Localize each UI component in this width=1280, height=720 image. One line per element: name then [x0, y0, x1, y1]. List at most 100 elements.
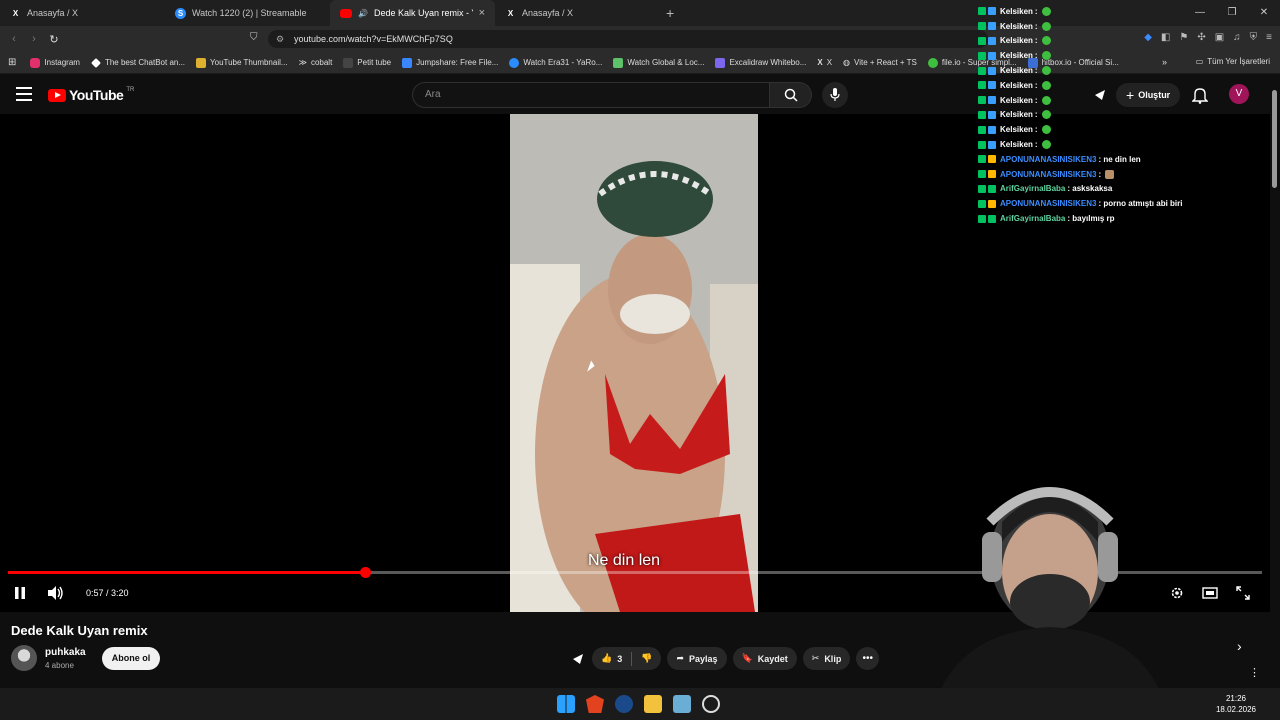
- global-watch-icon: [613, 57, 624, 68]
- system-monitor-icon[interactable]: [673, 695, 691, 713]
- chat-message: Kelsiken:: [978, 34, 1208, 49]
- chat-badge-icon: [988, 66, 996, 75]
- close-window-icon[interactable]: ✕: [1248, 0, 1280, 26]
- chat-text: :: [1034, 95, 1038, 105]
- microphone-icon: [830, 88, 840, 101]
- player-controls-left: 0:57 / 3:20: [14, 586, 129, 600]
- chat-text: :: [1034, 80, 1038, 90]
- search-input[interactable]: Ara: [412, 82, 770, 108]
- bookmark-item[interactable]: ◍ Vite + React + TS: [843, 58, 917, 67]
- subscriber-count: 4 abone: [45, 661, 74, 670]
- pepe-emote-icon: [1041, 80, 1051, 90]
- bookmark-item[interactable]: Instagram: [30, 57, 80, 68]
- close-tab-icon[interactable]: ×: [479, 7, 485, 19]
- bookmark-item[interactable]: Jumpshare: Free File...: [402, 57, 498, 68]
- windows-start-icon[interactable]: [557, 695, 575, 713]
- volume-icon[interactable]: [48, 586, 64, 600]
- steam-icon[interactable]: [615, 695, 633, 713]
- menu-icon[interactable]: [16, 87, 32, 101]
- account-avatar[interactable]: V: [1229, 84, 1249, 104]
- url-field[interactable]: ⚙ youtube.com/watch?v=EkMWChFp7SQ: [268, 30, 988, 48]
- cat-emote-icon: [1105, 169, 1115, 179]
- share-button[interactable]: ➦ Paylaş: [667, 647, 727, 670]
- taskbar-clock[interactable]: 21:26 18.02.2026: [1216, 693, 1256, 715]
- tab-streamable[interactable]: S Watch 1220 (2) | Streamable: [165, 0, 330, 26]
- tab-youtube-active[interactable]: 🔊 Dede Kalk Uyan remix - YouTube ×: [330, 0, 495, 26]
- pepe-emote-icon: [1041, 125, 1051, 135]
- progress-scrubber[interactable]: [360, 567, 372, 578]
- pause-icon[interactable]: [14, 587, 26, 599]
- chat-message: ArifGayirnalBaba: askskaksa: [978, 182, 1208, 197]
- chat-message: APONUNANASINISIKEN3: ne din len: [978, 152, 1208, 167]
- youtube-logo[interactable]: YouTube TR: [48, 87, 134, 103]
- page-scrollbar[interactable]: [1272, 90, 1277, 188]
- chat-badge-icon: [988, 36, 996, 45]
- more-actions-button[interactable]: •••: [856, 647, 880, 670]
- apps-grid-icon[interactable]: ⊞: [8, 57, 16, 68]
- bookmark-item[interactable]: ≫ cobalt: [299, 58, 333, 67]
- back-icon[interactable]: ‹: [4, 33, 24, 45]
- chat-text: :: [1034, 140, 1038, 150]
- sidebar-icon[interactable]: ▣: [1215, 32, 1224, 43]
- channel-avatar[interactable]: [11, 645, 37, 671]
- subscribe-button[interactable]: Abone ol: [102, 647, 160, 670]
- new-tab-button[interactable]: +: [666, 5, 674, 21]
- cobalt-icon: ≫: [298, 58, 307, 67]
- bookmark-item[interactable]: XX: [817, 58, 832, 67]
- bookmark-item[interactable]: The best ChatBot an...: [91, 57, 185, 68]
- bookmark-item[interactable]: Excalidraw Whitebo...: [715, 57, 806, 68]
- bookmark-item[interactable]: Petit tube: [343, 57, 391, 68]
- bookmark-item[interactable]: Watch Global & Loc...: [613, 57, 704, 68]
- like-button[interactable]: 👍 3: [592, 653, 631, 664]
- chat-username: Kelsiken: [1000, 66, 1033, 76]
- chevron-right-icon[interactable]: ›: [1237, 638, 1242, 654]
- clip-button[interactable]: ✂ Klip: [802, 647, 851, 670]
- chat-text: :: [1034, 6, 1038, 16]
- shield-icon[interactable]: ⛨: [1250, 32, 1258, 43]
- ai-sparkle-icon[interactable]: [570, 651, 586, 667]
- chat-message: Kelsiken:: [978, 93, 1208, 108]
- bookmark-page-icon[interactable]: ⛉: [250, 32, 258, 43]
- forward-icon[interactable]: ›: [24, 33, 44, 45]
- chat-username: Kelsiken: [1000, 21, 1033, 31]
- dislike-button[interactable]: 👎: [632, 653, 661, 664]
- maximize-icon[interactable]: ❐: [1216, 0, 1248, 26]
- chat-message: APONUNANASINISIKEN3: porno atmıştı abi b…: [978, 196, 1208, 211]
- chat-message: Kelsiken:: [978, 108, 1208, 123]
- save-button[interactable]: 🔖 Kaydet: [732, 647, 797, 670]
- bookmark-item[interactable]: Watch Era31 - YaRo...: [509, 57, 602, 68]
- bookmark-item[interactable]: YouTube Thumbnail...: [196, 57, 288, 68]
- clock-date: 18.02.2026: [1215, 705, 1256, 714]
- progress-played: [8, 571, 366, 574]
- chat-username: Kelsiken: [1000, 125, 1033, 135]
- media-icon[interactable]: ♫: [1233, 32, 1241, 43]
- tab-x-home-2[interactable]: X Anasayfa / X: [495, 0, 660, 26]
- menu-icon[interactable]: ≡: [1266, 32, 1272, 43]
- chat-text: : bayılmış rp: [1067, 214, 1115, 224]
- voice-search-button[interactable]: [822, 82, 848, 108]
- chat-username: Kelsiken: [1000, 36, 1033, 46]
- site-info-icon[interactable]: ⚙: [276, 30, 284, 48]
- file-explorer-icon[interactable]: [644, 695, 662, 713]
- excalidraw-icon: [715, 57, 726, 68]
- chat-message: ArifGayirnalBaba: bayılmış rp: [978, 211, 1208, 226]
- tab-x-home[interactable]: X Anasayfa / X: [0, 0, 165, 26]
- region-code: TR: [126, 87, 135, 93]
- chat-username: APONUNANASINISIKEN3: [1000, 199, 1097, 209]
- streamer-webcam: [870, 462, 1230, 720]
- recording-app-icon[interactable]: [702, 695, 720, 713]
- reload-icon[interactable]: ↻: [44, 33, 64, 46]
- instagram-icon: [30, 57, 41, 68]
- fullscreen-icon[interactable]: [1236, 586, 1250, 600]
- streamable-logo-icon: S: [175, 7, 186, 19]
- channel-name[interactable]: puhkaka: [45, 647, 86, 658]
- chat-badge-icon: [978, 155, 986, 164]
- thumbnail-tool-icon: [196, 57, 207, 68]
- more-vertical-icon[interactable]: ⋮: [1249, 666, 1260, 679]
- brave-browser-icon[interactable]: [586, 695, 604, 713]
- search-button[interactable]: [770, 82, 812, 108]
- petit-tube-icon: [343, 57, 354, 68]
- youtube-logo-icon: [340, 8, 352, 18]
- chat-text: :: [1098, 169, 1102, 179]
- time-display: 0:57 / 3:20: [86, 588, 129, 598]
